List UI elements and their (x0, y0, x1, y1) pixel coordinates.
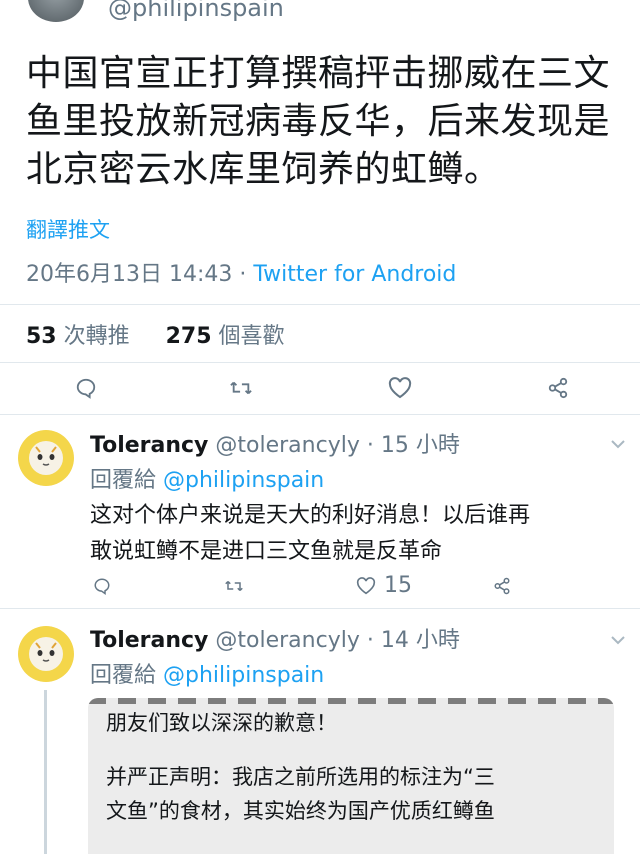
retweet-icon[interactable] (227, 374, 255, 402)
reply-header: Tolerancy @tolerancyly · 14 小時 (90, 622, 460, 654)
reply-to-label: 回覆給 (90, 468, 163, 493)
reply-header: Tolerancy @tolerancyly · 15 小時 (90, 427, 460, 459)
chevron-down-icon[interactable] (606, 434, 630, 454)
reply-avatar[interactable] (18, 430, 74, 486)
retweet-icon[interactable] (222, 574, 246, 598)
cropped-text-fragment (88, 698, 614, 704)
image-text-line: 文鱼”的食材，其实始终为国产优质红鳟鱼 (106, 799, 495, 823)
image-text-line: 并严正声明：我店之前所选用的标注为“三 (106, 765, 495, 789)
thread-line (44, 690, 47, 854)
divider (0, 304, 640, 305)
share-icon[interactable] (544, 374, 572, 402)
tweet-meta: 20年6月13日 14:43 · Twitter for Android (26, 256, 456, 288)
reply-author-handle[interactable]: @tolerancyly · 14 小時 (208, 628, 459, 653)
reply-to: 回覆給 @philipinspain (90, 462, 324, 494)
share-icon[interactable] (490, 574, 514, 598)
tweet-stats: 53 次轉推 275 個喜歡 (26, 318, 285, 350)
reply-to-user[interactable]: @philipinspain (163, 468, 324, 493)
tweet-source-link[interactable]: Twitter for Android (253, 262, 456, 287)
likes-stat[interactable]: 275 個喜歡 (166, 324, 285, 349)
like-icon[interactable] (354, 574, 378, 598)
reply-author-name[interactable]: Tolerancy (90, 628, 208, 653)
reply-avatar[interactable] (18, 626, 74, 682)
reply-author-handle[interactable]: @tolerancyly · 15 小時 (208, 433, 459, 458)
tweet-text: 中国官宣正打算撰稿抨击挪威在三文鱼里投放新冠病毒反华，后来发现是北京密云水库里饲… (26, 53, 611, 190)
retweets-label: 次轉推 (56, 324, 130, 349)
likes-count: 275 (165, 324, 212, 349)
author-avatar[interactable] (28, 0, 84, 22)
reply-icon[interactable] (90, 574, 114, 598)
reply-text-line: 敢说虹鳟不是进口三文鱼就是反革命 (90, 539, 443, 564)
attached-image[interactable]: 朋友们致以深深的歉意！ 并严正声明：我店之前所选用的标注为“三 文鱼”的食材，其… (88, 698, 614, 854)
divider (0, 608, 640, 609)
author-handle[interactable]: @philipinspain (108, 0, 284, 22)
like-icon[interactable] (386, 374, 414, 402)
translate-tweet-link[interactable]: 翻譯推文 (26, 214, 110, 244)
reply-text-line: 这对个体户来说是天大的利好消息！以后谁再 (90, 503, 531, 528)
chevron-down-icon[interactable] (606, 630, 630, 650)
reply-to-label: 回覆給 (90, 663, 163, 688)
retweets-stat[interactable]: 53 次轉推 (26, 324, 130, 349)
reply-text: 这对个体户来说是天大的利好消息！以后谁再 敢说虹鳟不是进口三文鱼就是反革命 (90, 498, 630, 570)
reply-icon[interactable] (72, 374, 100, 402)
reply-to: 回覆給 @philipinspain (90, 657, 324, 689)
reply-to-user[interactable]: @philipinspain (163, 663, 324, 688)
divider (0, 362, 640, 363)
reply-author-name[interactable]: Tolerancy (90, 433, 208, 458)
tweet-date: 20年6月13日 14:43 · (26, 262, 254, 287)
divider (0, 414, 640, 415)
likes-label: 個喜歡 (211, 324, 285, 349)
image-text-line: 朋友们致以深深的歉意！ (106, 711, 337, 735)
like-count: 15 (384, 573, 412, 598)
retweets-count: 53 (26, 324, 57, 349)
